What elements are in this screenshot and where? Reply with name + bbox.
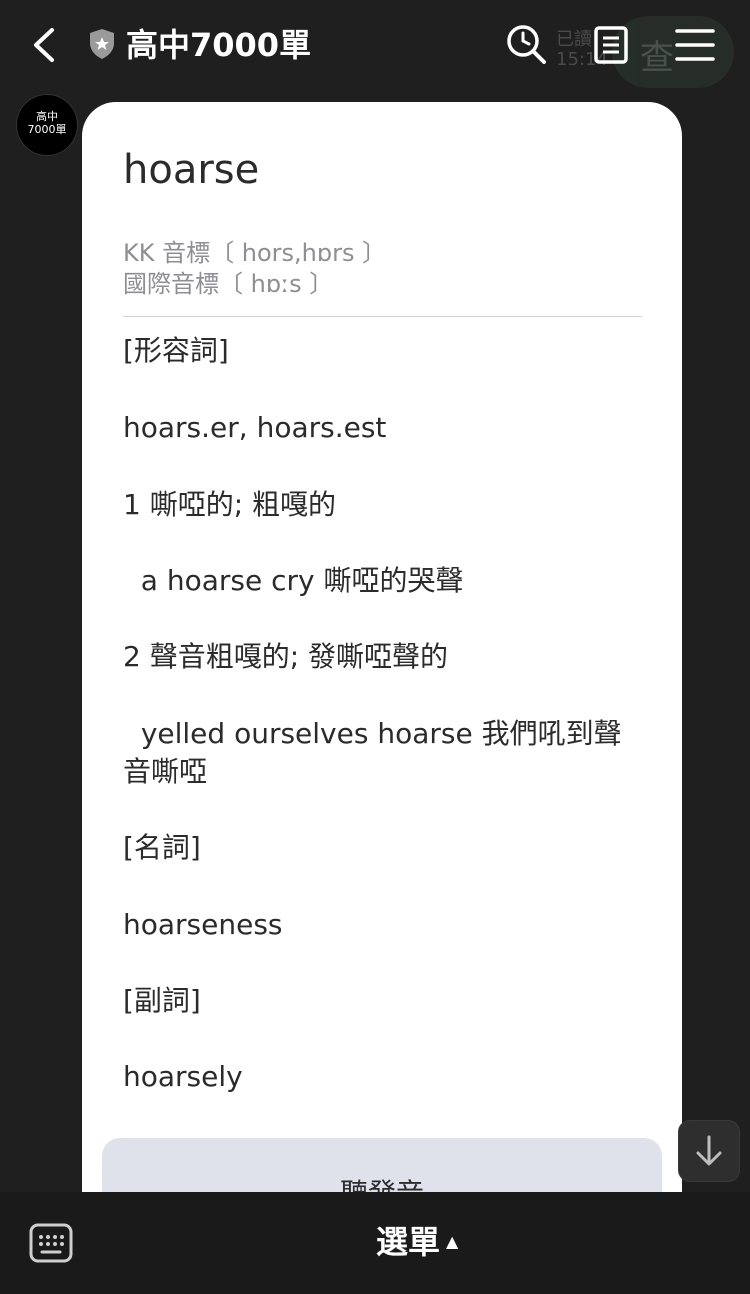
keyboard-icon	[29, 1223, 73, 1263]
pos-heading: [副詞]	[123, 984, 201, 1017]
ipa-phonetic: 國際音標〔 hɒːs 〕	[123, 270, 334, 298]
scroll-to-bottom-button[interactable]	[678, 1120, 740, 1182]
arrow-down-icon	[696, 1135, 722, 1166]
entry-line: hoarsely	[123, 1060, 243, 1093]
chat-title: 高中7000單	[126, 26, 312, 64]
notes-icon	[594, 26, 628, 64]
pos-heading: [形容詞]	[123, 334, 229, 367]
divider	[123, 316, 642, 317]
entry-line: hoarseness	[123, 908, 283, 941]
kk-phonetic: KK 音標〔 hors,hɒrs 〕	[123, 239, 387, 267]
shield-icon	[90, 29, 114, 59]
menu-button[interactable]	[672, 22, 718, 68]
search-history-icon	[507, 25, 546, 64]
entry-line: 1 嘶啞的; 粗嘎的	[123, 488, 337, 521]
avatar-text: 高中 7000單	[27, 110, 67, 136]
menu-icon	[675, 29, 715, 61]
ghost-bubble-text: 查	[640, 38, 674, 78]
dictionary-card: hoarse KK 音標〔 hors,hɒrs 〕 國際音標〔 hɒːs 〕 […	[82, 102, 682, 1242]
caret-up-icon[interactable]: ▲	[446, 1230, 458, 1254]
search-button[interactable]	[504, 22, 550, 68]
example-line: a hoarse cry 嘶啞的哭聲	[123, 564, 464, 597]
back-button[interactable]	[26, 22, 66, 68]
entry-word: hoarse	[123, 147, 260, 193]
bottom-bar: 選單 ▲	[0, 1192, 750, 1294]
chat-screen: 高中7000單 已讀 15:14 查 高中 7000單 hoarse KK 音標…	[0, 0, 750, 1294]
pos-heading: [名詞]	[123, 831, 201, 864]
header-bar: 高中7000單 已讀 15:14 查	[0, 0, 750, 90]
avatar[interactable]: 高中 7000單	[16, 94, 78, 156]
keyboard-button[interactable]	[28, 1220, 74, 1266]
entry-line: hoars.er, hoars.est	[123, 411, 387, 444]
entry-line: 2 聲音粗嘎的; 發嘶啞聲的	[123, 640, 449, 673]
example-line: yelled ourselves hoarse 我們吼到聲音嘶啞	[123, 717, 622, 788]
rich-menu-toggle[interactable]: 選單	[376, 1220, 440, 1264]
back-icon	[34, 28, 54, 62]
notes-button[interactable]	[588, 22, 634, 68]
